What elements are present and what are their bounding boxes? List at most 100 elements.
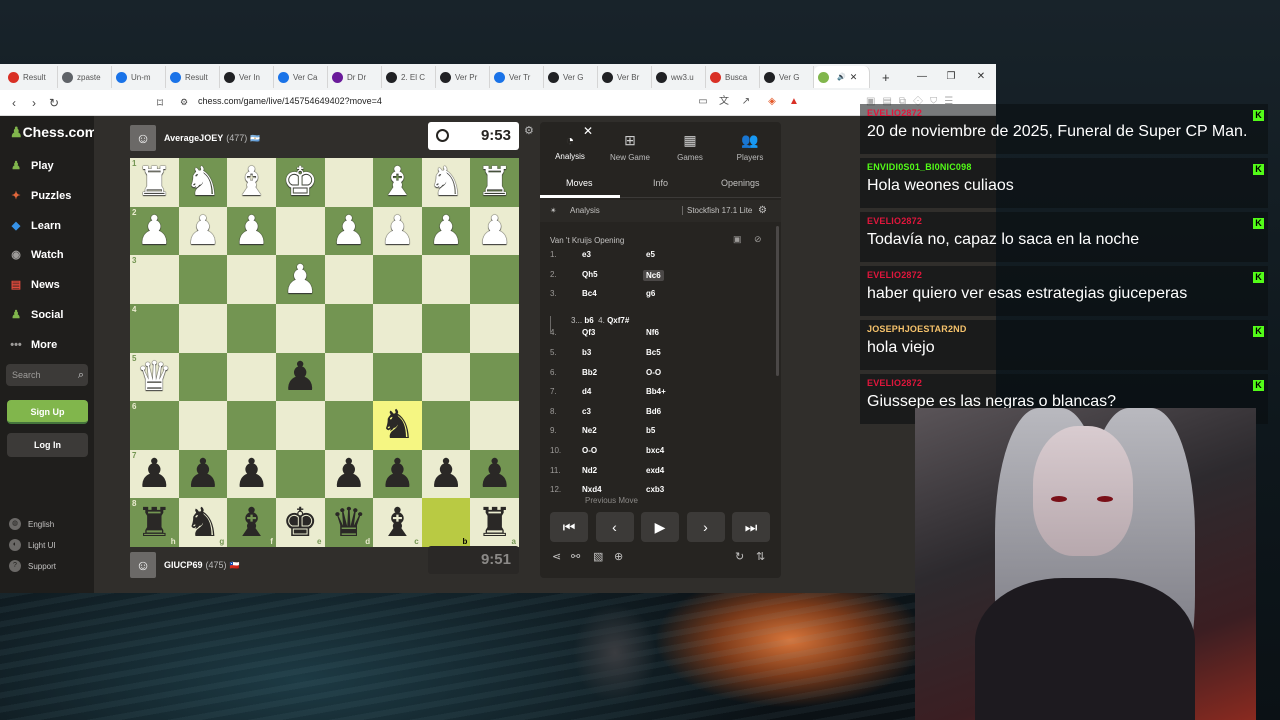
board-square[interactable]: c ♝ [373, 498, 422, 547]
cast-icon[interactable]: ▭ [697, 96, 709, 108]
black-pawn-icon[interactable]: ♟ [477, 454, 513, 494]
board-square[interactable]: ♟ [275, 352, 325, 402]
search-icon[interactable]: ⌕ [78, 364, 84, 386]
browser-tab[interactable]: 🔊 ✕ [814, 66, 870, 88]
browser-tab[interactable]: Ver G [544, 66, 598, 88]
panel-tab-players[interactable]: 👥 Players [720, 132, 780, 162]
variation-line[interactable]: 3... b6 4. Qxf7# [550, 316, 629, 332]
black-move[interactable]: Nc6 [643, 269, 664, 281]
black-pawn-icon[interactable]: ♟ [282, 357, 318, 397]
browser-tab[interactable]: Ver Tr [490, 66, 544, 88]
board-square[interactable]: 1 ♜ [130, 158, 179, 207]
white-move[interactable]: c3 [582, 407, 591, 416]
last-move-button[interactable]: ⏭ [732, 512, 770, 542]
board-square[interactable]: 3 [130, 255, 179, 304]
browser-tab[interactable]: Dr Dr [328, 66, 382, 88]
sidebar-item-learn[interactable]: ◆ Learn [8, 218, 61, 234]
board-square[interactable]: ♟ [178, 206, 228, 256]
board-square[interactable] [324, 401, 374, 450]
black-move[interactable]: O-O [646, 368, 661, 377]
variation-move[interactable]: Qxf7# [607, 316, 629, 325]
board-square[interactable]: g ♞ [178, 498, 228, 547]
board-settings-icon[interactable]: ⚙ [524, 124, 534, 137]
first-move-button[interactable]: ⏮ [550, 512, 588, 542]
browser-tab[interactable]: Busca [706, 66, 760, 88]
next-move-button[interactable]: › [686, 512, 725, 542]
white-pawn-icon[interactable]: ♟ [428, 211, 464, 251]
black-knight-icon[interactable]: ♞ [185, 503, 221, 543]
analyze-icon[interactable]: ⚯ [571, 550, 580, 563]
white-move[interactable]: Nxd4 [582, 485, 602, 494]
browser-tab[interactable]: Result [166, 66, 220, 88]
previous-move-button[interactable]: ‹ [595, 512, 634, 542]
board-square[interactable]: 5 ♛ [130, 352, 179, 402]
board-square[interactable]: e ♚ [275, 498, 325, 547]
sidebar-item-more[interactable]: ••• More [8, 337, 57, 353]
board-square[interactable] [275, 303, 325, 353]
white-king-icon[interactable]: ♚ [282, 162, 318, 202]
white-pawn-icon[interactable]: ♟ [331, 211, 367, 251]
board-square[interactable]: b [421, 498, 471, 547]
tab-info[interactable]: Info [653, 178, 668, 188]
black-move[interactable]: Bc5 [646, 348, 661, 357]
black-bishop-icon[interactable]: ♝ [380, 503, 416, 543]
white-move[interactable]: e3 [582, 250, 591, 259]
board-square[interactable] [421, 255, 471, 304]
board-square[interactable]: ♟ [470, 449, 519, 499]
board-square[interactable] [178, 352, 228, 402]
board-square[interactable] [324, 255, 374, 304]
book-icon[interactable]: ▣ [733, 234, 742, 245]
white-pawn-icon[interactable]: ♟ [185, 211, 221, 251]
board-square[interactable]: ♞ [421, 158, 471, 207]
translate-icon[interactable]: 文 [718, 96, 730, 108]
white-move[interactable]: Bc4 [582, 289, 597, 298]
browser-tab[interactable]: zpaste [58, 66, 112, 88]
board-square[interactable]: 6 [130, 401, 179, 450]
board-square[interactable]: 4 [130, 303, 179, 353]
white-move[interactable]: b3 [582, 348, 591, 357]
log-in-button[interactable]: Log In [7, 433, 88, 457]
white-bishop-icon[interactable]: ♝ [234, 162, 270, 202]
board-square[interactable] [324, 352, 374, 402]
sidebar-item-social[interactable]: ♟ Social [8, 307, 63, 323]
browser-tab[interactable]: Ver Ca [274, 66, 328, 88]
footer-item-support[interactable]: ? Support [9, 560, 56, 572]
board-square[interactable]: ♟ [421, 206, 471, 256]
footer-item-english[interactable]: ◍ English [9, 518, 54, 530]
browser-tab[interactable]: Result [4, 66, 58, 88]
board-square[interactable]: ♞ [178, 158, 228, 207]
board-square[interactable] [275, 449, 325, 499]
chess-board[interactable]: 1 ♜ ♞ ♝ ♚ ♝ ♞ ♜ 2 ♟ ♟ ♟ ♟ ♟ ♟ ♟ 3 ♟ 4 5 ♛ ♟ 6 ♞ 7 ♟ ♟ ♟ ♟ ♟ ♟ ♟ 8 h ♜ g ♞ f ♝ e… [130, 158, 519, 547]
chat-username[interactable]: EVELIO2872 [867, 270, 922, 280]
tab-audio-icon[interactable]: 🔊 [837, 73, 846, 81]
board-square[interactable] [178, 255, 228, 304]
white-move[interactable]: Nd2 [582, 466, 597, 475]
footer-item-light-ui[interactable]: ◐ Light UI [9, 539, 56, 551]
white-knight-icon[interactable]: ♞ [185, 162, 221, 202]
board-square[interactable] [275, 401, 325, 450]
board-square[interactable]: ♟ [324, 206, 374, 256]
share-icon[interactable]: ⋖ [552, 550, 561, 563]
panel-tab-new-game[interactable]: ⊞ New Game [600, 132, 660, 162]
analysis-toggle-row[interactable]: ✴ Analysis Stockfish 17.1 Lite ⚙ [540, 200, 781, 222]
board-square[interactable]: ♝ [227, 158, 276, 207]
board-square[interactable] [421, 303, 471, 353]
board-square[interactable]: a ♜ [470, 498, 519, 547]
hide-icon[interactable]: ⊘ [754, 234, 762, 245]
white-rook-icon[interactable]: ♜ [477, 162, 513, 202]
image-icon[interactable]: ▧ [593, 550, 603, 563]
board-square[interactable] [227, 352, 276, 402]
board-square[interactable] [275, 206, 325, 256]
board-square[interactable]: ♟ [373, 206, 422, 256]
white-move[interactable]: Ne2 [582, 426, 597, 435]
board-square[interactable] [421, 352, 471, 402]
chat-username[interactable]: ENVIDI0S01_BI0NIC098 [867, 162, 972, 172]
flip-board-icon[interactable]: ⇅ [756, 550, 765, 563]
board-square[interactable]: ♟ [275, 255, 325, 304]
minimize-icon[interactable]: — [907, 64, 937, 90]
browser-tab[interactable]: Ver Pr [436, 66, 490, 88]
board-square[interactable]: d ♛ [324, 498, 374, 547]
url-text[interactable]: chess.com/game/live/145754649402?move=4 [198, 96, 382, 106]
black-move[interactable]: Bd6 [646, 407, 661, 416]
black-pawn-icon[interactable]: ♟ [380, 454, 416, 494]
